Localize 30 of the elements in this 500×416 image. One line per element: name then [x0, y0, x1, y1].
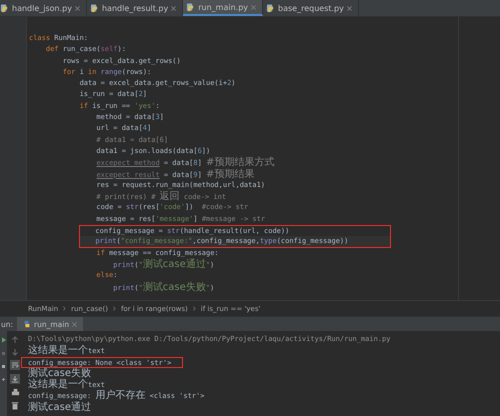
down-arrow-icon[interactable] [11, 348, 19, 356]
file-tab[interactable]: base_request.py [263, 0, 359, 16]
close-icon[interactable] [171, 6, 176, 10]
console-line: 测试case失败 [28, 370, 91, 378]
python-file-icon [266, 4, 276, 12]
close-icon[interactable] [74, 6, 80, 10]
scroll-to-end-icon[interactable] [10, 374, 20, 384]
chevron-icon [112, 306, 116, 311]
python-file-icon [0, 4, 9, 12]
up-arrow-icon[interactable] [11, 336, 19, 344]
stop-icon[interactable] [2, 351, 5, 356]
tab-label: handle_json.py [12, 4, 72, 12]
close-icon[interactable] [251, 4, 256, 10]
chevron-icon [192, 306, 196, 311]
play-icon[interactable] [2, 337, 6, 343]
close-icon[interactable] [346, 6, 352, 10]
console-line: 测试case通过 [28, 404, 91, 412]
soft-wrap-icon[interactable] [10, 360, 20, 370]
python-file-icon [90, 4, 99, 12]
printer-icon[interactable] [10, 388, 20, 397]
python-file-icon [186, 2, 196, 12]
tab-label: handle_result.py [102, 4, 168, 12]
trash-icon[interactable] [11, 401, 19, 410]
close-icon[interactable] [72, 322, 78, 326]
file-tab[interactable]: run_main.py [183, 0, 264, 16]
python-icon [23, 320, 31, 328]
file-tab[interactable]: handle_json.py [0, 0, 87, 16]
tab-label: base_request.py [278, 4, 344, 12]
tab-label: run_main.py [198, 2, 248, 12]
chevron-icon [63, 306, 66, 311]
